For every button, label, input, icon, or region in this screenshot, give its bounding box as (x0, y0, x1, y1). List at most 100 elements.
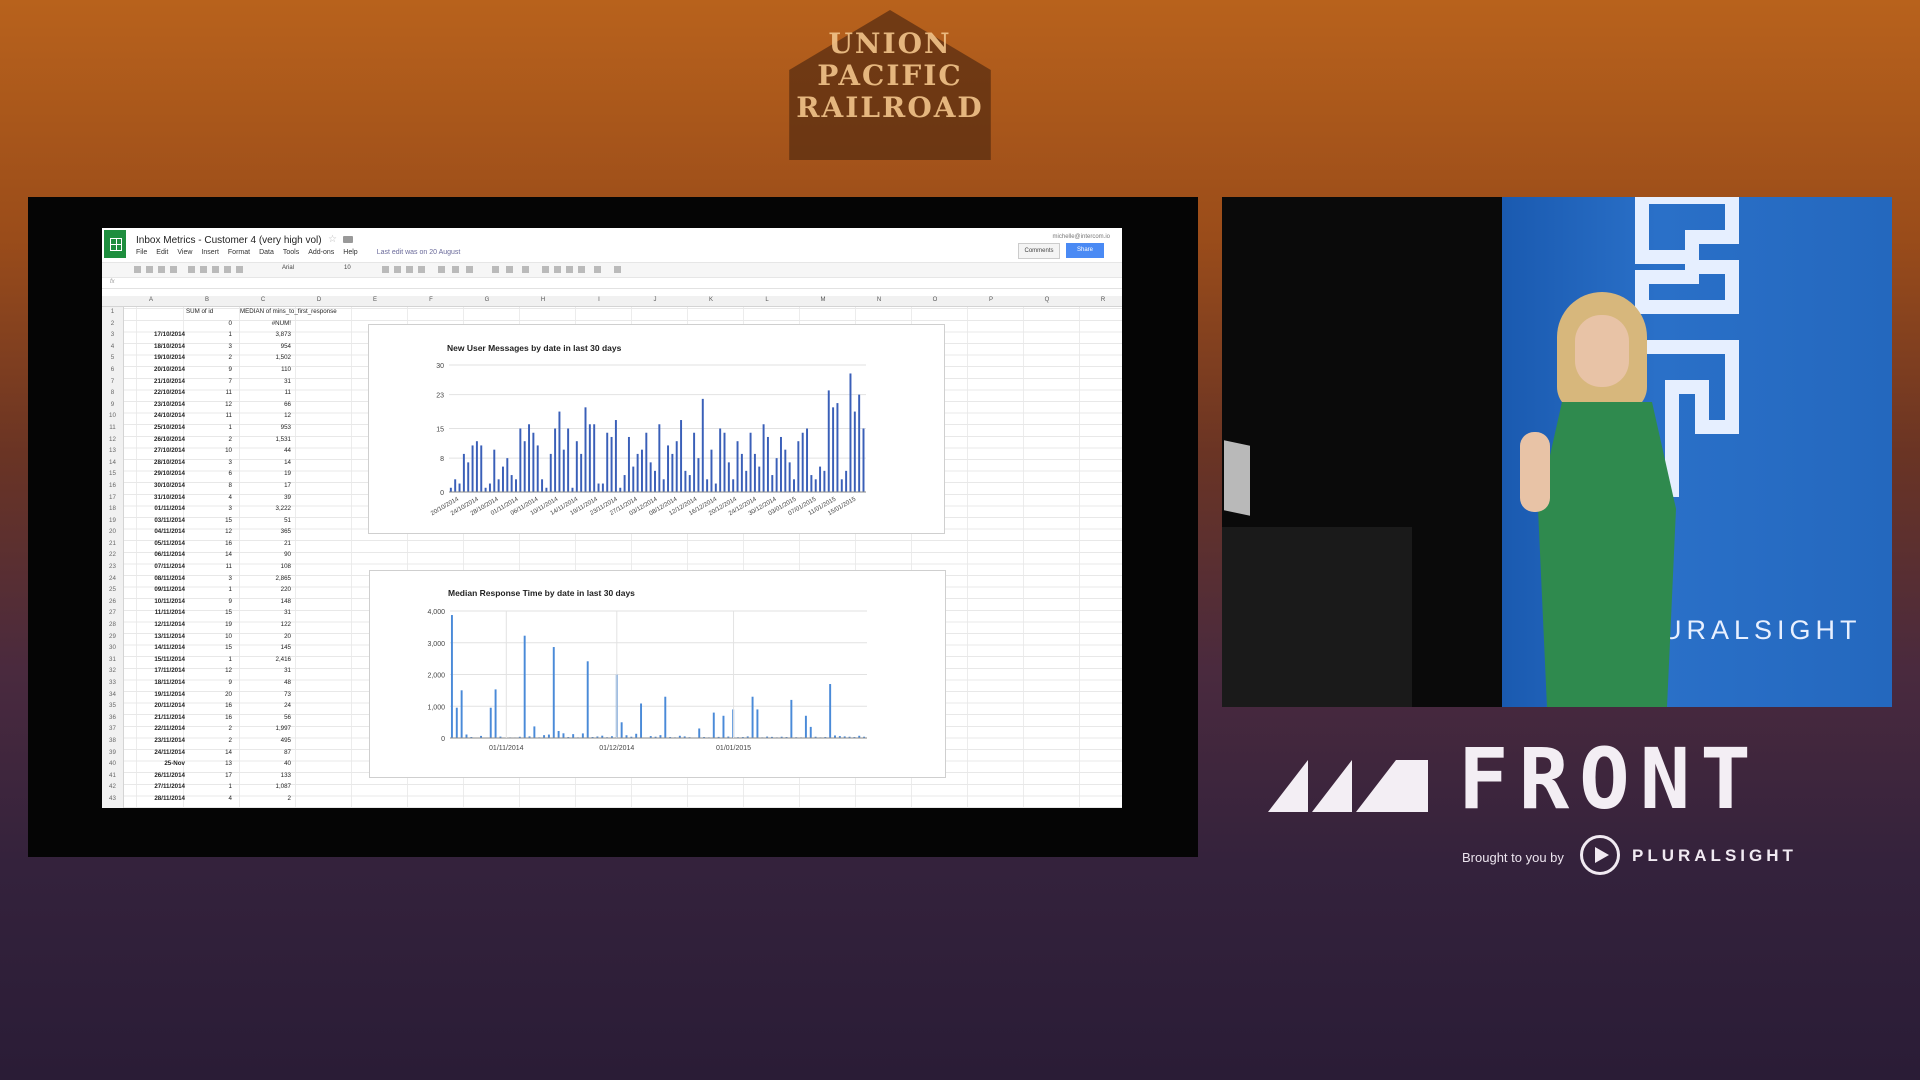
cell-date[interactable]: 21/11/2014 (125, 714, 185, 721)
wrap-icon[interactable] (522, 266, 529, 273)
cell-median[interactable]: 122 (233, 621, 291, 628)
cell-sum[interactable]: 3 (186, 575, 232, 582)
valign-icon[interactable] (506, 266, 513, 273)
cell-sum[interactable]: 3 (186, 505, 232, 512)
cell-median[interactable]: 110 (233, 366, 291, 373)
menu-insert[interactable]: Insert (201, 249, 219, 256)
cell-median[interactable]: 19 (233, 470, 291, 477)
column-header-r[interactable]: R (1075, 297, 1122, 303)
menu-data[interactable]: Data (259, 249, 274, 256)
cell-date[interactable]: 04/11/2014 (125, 528, 185, 535)
menu-help[interactable]: Help (343, 249, 357, 256)
cell-median[interactable]: 108 (233, 563, 291, 570)
cell-date[interactable]: 24/11/2014 (125, 749, 185, 756)
cell-median[interactable]: 1,087 (233, 783, 291, 790)
document-title[interactable]: Inbox Metrics - Customer 4 (very high vo… (136, 235, 322, 246)
cell-sum[interactable]: 1 (186, 783, 232, 790)
cell-median[interactable]: 2 (233, 795, 291, 802)
cell-date[interactable]: 25/10/2014 (125, 424, 185, 431)
cell-date[interactable]: 10/11/2014 (125, 598, 185, 605)
cell-median[interactable]: 954 (233, 343, 291, 350)
cell-median[interactable]: 66 (233, 401, 291, 408)
menu-format[interactable]: Format (228, 249, 250, 256)
cell-date[interactable]: 09/11/2014 (125, 586, 185, 593)
cell-sum[interactable]: 7 (186, 378, 232, 385)
cell-median[interactable]: 133 (233, 772, 291, 779)
cell-sum[interactable]: 13 (186, 760, 232, 767)
cell-sum[interactable]: 1 (186, 656, 232, 663)
cell-date[interactable]: 25-Nov (125, 760, 185, 767)
decimal-increase-icon[interactable] (224, 266, 231, 273)
column-header-k[interactable]: K (683, 297, 739, 303)
user-email[interactable]: michelle@intercom.io (1053, 234, 1110, 240)
chart-icon[interactable] (566, 266, 573, 273)
borders-icon[interactable] (452, 266, 459, 273)
cell-sum[interactable]: 10 (186, 633, 232, 640)
header-median-mins[interactable]: MEDIAN of mins_to_first_response (240, 308, 337, 315)
functions-icon[interactable] (594, 266, 601, 273)
cell-median[interactable]: 1,531 (233, 436, 291, 443)
cell-sum[interactable]: 8 (186, 482, 232, 489)
cell-sum[interactable]: 11 (186, 389, 232, 396)
cell-median[interactable]: 24 (233, 702, 291, 709)
cell-date[interactable]: 17/11/2014 (125, 667, 185, 674)
cell-sum[interactable]: 15 (186, 609, 232, 616)
cell-sum[interactable]: 12 (186, 667, 232, 674)
cell-sum[interactable]: 11 (186, 563, 232, 570)
cell-date[interactable]: 11/11/2014 (125, 609, 185, 616)
cell-sum[interactable]: 14 (186, 551, 232, 558)
cell-date[interactable]: 22/10/2014 (125, 389, 185, 396)
cell-median[interactable]: 20 (233, 633, 291, 640)
redo-icon[interactable] (158, 266, 165, 273)
cell-sum[interactable]: 11 (186, 412, 232, 419)
cell-median[interactable]: 56 (233, 714, 291, 721)
cell-date[interactable]: 07/11/2014 (125, 563, 185, 570)
cell-median[interactable]: 3,222 (233, 505, 291, 512)
cell-date[interactable]: 12/11/2014 (125, 621, 185, 628)
cell-sum[interactable]: 1 (186, 424, 232, 431)
cell-sum[interactable]: 16 (186, 702, 232, 709)
cell-median[interactable]: 1,502 (233, 354, 291, 361)
cell-median[interactable]: 12 (233, 412, 291, 419)
font-size-select[interactable]: 10 (344, 265, 351, 271)
cell-date[interactable]: 31/10/2014 (125, 494, 185, 501)
formula-bar[interactable]: fx (102, 278, 1122, 289)
column-header-b[interactable]: B (179, 297, 235, 303)
cell-sum[interactable]: 14 (186, 749, 232, 756)
menu-edit[interactable]: Edit (156, 249, 168, 256)
comments-button[interactable]: Comments (1018, 243, 1060, 259)
column-header-f[interactable]: F (403, 297, 459, 303)
cell-date[interactable]: 05/11/2014 (125, 540, 185, 547)
column-header-p[interactable]: P (963, 297, 1019, 303)
cell-date[interactable]: 19/11/2014 (125, 691, 185, 698)
column-header-a[interactable]: A (123, 297, 179, 303)
cell-date[interactable]: 28/11/2014 (125, 795, 185, 802)
cell-date[interactable]: 29/10/2014 (125, 470, 185, 477)
cell-sum[interactable]: 15 (186, 517, 232, 524)
cell-sum[interactable]: 16 (186, 540, 232, 547)
cell-date[interactable]: 13/11/2014 (125, 633, 185, 640)
cell-sum[interactable]: 1 (186, 586, 232, 593)
input-tools-icon[interactable] (614, 266, 621, 273)
column-header-j[interactable]: J (627, 297, 683, 303)
cell-date[interactable]: 23/10/2014 (125, 401, 185, 408)
chart-median-response-time[interactable]: Median Response Time by date in last 30 … (369, 570, 946, 778)
menu-tools[interactable]: Tools (283, 249, 299, 256)
cell-median[interactable]: 87 (233, 749, 291, 756)
cell-date[interactable]: 17/10/2014 (125, 331, 185, 338)
cell-sum[interactable]: 9 (186, 598, 232, 605)
cell-median[interactable]: 39 (233, 494, 291, 501)
cell-date[interactable]: 22/11/2014 (125, 725, 185, 732)
cell-median[interactable]: 11 (233, 389, 291, 396)
cell-date[interactable]: 28/10/2014 (125, 459, 185, 466)
cell-median[interactable]: 148 (233, 598, 291, 605)
menu-addons[interactable]: Add-ons (308, 249, 334, 256)
cell-median[interactable]: 73 (233, 691, 291, 698)
cell-sum[interactable]: 16 (186, 714, 232, 721)
column-header-n[interactable]: N (851, 297, 907, 303)
currency-icon[interactable] (188, 266, 195, 273)
cell-sum[interactable]: 10 (186, 447, 232, 454)
number-format-icon[interactable] (236, 266, 243, 273)
italic-icon[interactable] (394, 266, 401, 273)
cell-sum[interactable]: 12 (186, 528, 232, 535)
